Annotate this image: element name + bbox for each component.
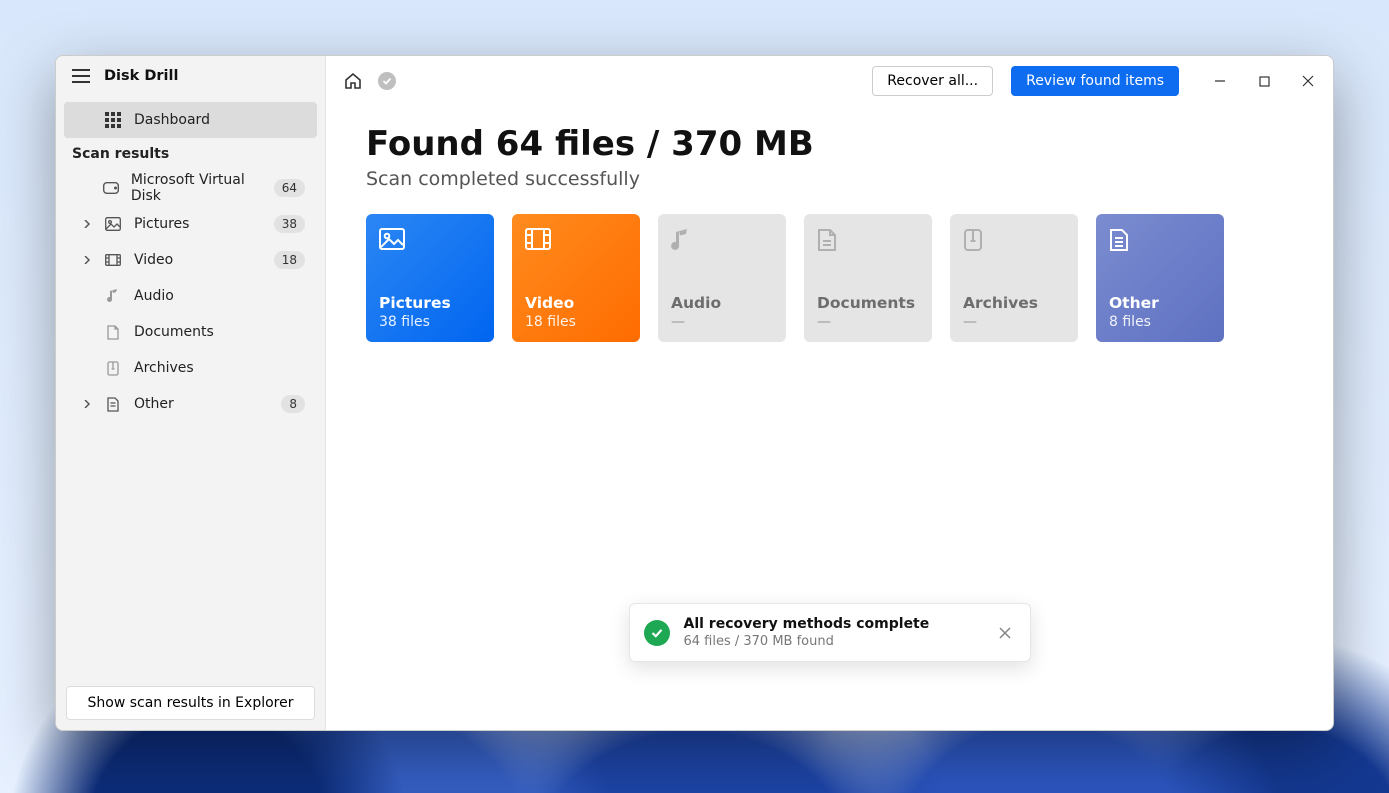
app-window: Disk Drill Dashboard Scan results Micros… [55,55,1334,731]
card-sub: — [817,314,919,330]
toast-sub: 64 files / 370 MB found [684,634,930,649]
toast-text: All recovery methods complete 64 files /… [684,616,930,649]
nav-documents[interactable]: Documents [64,314,317,350]
card-title: Pictures [379,294,481,312]
nav-label: Video [134,252,173,268]
content: Found 64 files / 370 MB Scan completed s… [326,106,1333,360]
grid-icon [104,112,122,128]
toast-close-button[interactable] [994,622,1016,644]
card-video[interactable]: Video 18 files [512,214,640,342]
music-note-icon [104,289,122,303]
sidebar-header: Disk Drill [56,56,325,102]
card-title: Audio [671,294,773,312]
card-sub: — [671,314,773,330]
card-pictures[interactable]: Pictures 38 files [366,214,494,342]
toast-title: All recovery methods complete [684,616,930,632]
nav-dashboard[interactable]: Dashboard [64,102,317,138]
nav-other[interactable]: Other 8 [64,386,317,422]
nav-disk[interactable]: Microsoft Virtual Disk 64 [64,170,317,206]
nav-count: 38 [274,215,305,233]
film-icon [104,254,122,266]
card-archives[interactable]: Archives — [950,214,1078,342]
nav-pictures[interactable]: Pictures 38 [64,206,317,242]
main: Recover all... Review found items Found … [326,56,1333,730]
image-icon [379,228,405,254]
nav-count: 64 [274,179,305,197]
toast-recovery-complete: All recovery methods complete 64 files /… [629,603,1031,662]
review-found-items-button[interactable]: Review found items [1011,66,1179,96]
card-sub: 38 files [379,314,481,330]
chevron-right-icon [82,256,92,264]
document-icon [817,228,843,254]
card-title: Other [1109,294,1211,312]
minimize-button[interactable] [1205,66,1235,96]
file-icon [1109,228,1135,254]
menu-icon[interactable] [72,69,90,83]
nav-count: 18 [274,251,305,269]
page-subtitle: Scan completed successfully [366,168,1293,190]
sidebar-footer: Show scan results in Explorer [56,676,325,730]
archive-icon [104,361,122,376]
card-sub: — [963,314,1065,330]
page-title: Found 64 files / 370 MB [366,124,1293,164]
card-audio[interactable]: Audio — [658,214,786,342]
card-title: Video [525,294,627,312]
nav-label: Audio [134,288,174,304]
recover-all-button[interactable]: Recover all... [872,66,993,96]
film-icon [525,228,551,254]
category-cards: Pictures 38 files Video 18 files Audio — [366,214,1293,342]
show-in-explorer-button[interactable]: Show scan results in Explorer [66,686,315,720]
maximize-button[interactable] [1249,66,1279,96]
card-sub: 18 files [525,314,627,330]
chevron-right-icon [82,220,92,228]
file-icon [104,397,122,412]
nav-label: Dashboard [134,112,210,128]
check-badge-icon[interactable] [378,72,396,90]
card-sub: 8 files [1109,314,1211,330]
nav-label: Archives [134,360,194,376]
nav-video[interactable]: Video 18 [64,242,317,278]
card-title: Documents [817,294,919,312]
card-title: Archives [963,294,1065,312]
nav-count: 8 [281,395,305,413]
nav-label: Other [134,396,174,412]
document-icon [104,325,122,340]
check-circle-icon [644,620,670,646]
home-icon[interactable] [340,68,366,94]
nav-archives[interactable]: Archives [64,350,317,386]
archive-icon [963,228,989,254]
topbar: Recover all... Review found items [326,56,1333,106]
image-icon [104,217,122,231]
nav-label: Pictures [134,216,189,232]
disk-icon [103,182,119,194]
chevron-right-icon [82,400,92,408]
nav-section-title: Scan results [56,138,325,170]
close-button[interactable] [1293,66,1323,96]
music-note-icon [671,228,697,254]
nav-label: Microsoft Virtual Disk [131,172,262,204]
card-other[interactable]: Other 8 files [1096,214,1224,342]
app-name: Disk Drill [104,68,178,84]
nav-label: Documents [134,324,214,340]
sidebar: Disk Drill Dashboard Scan results Micros… [56,56,326,730]
nav-audio[interactable]: Audio [64,278,317,314]
card-documents[interactable]: Documents — [804,214,932,342]
